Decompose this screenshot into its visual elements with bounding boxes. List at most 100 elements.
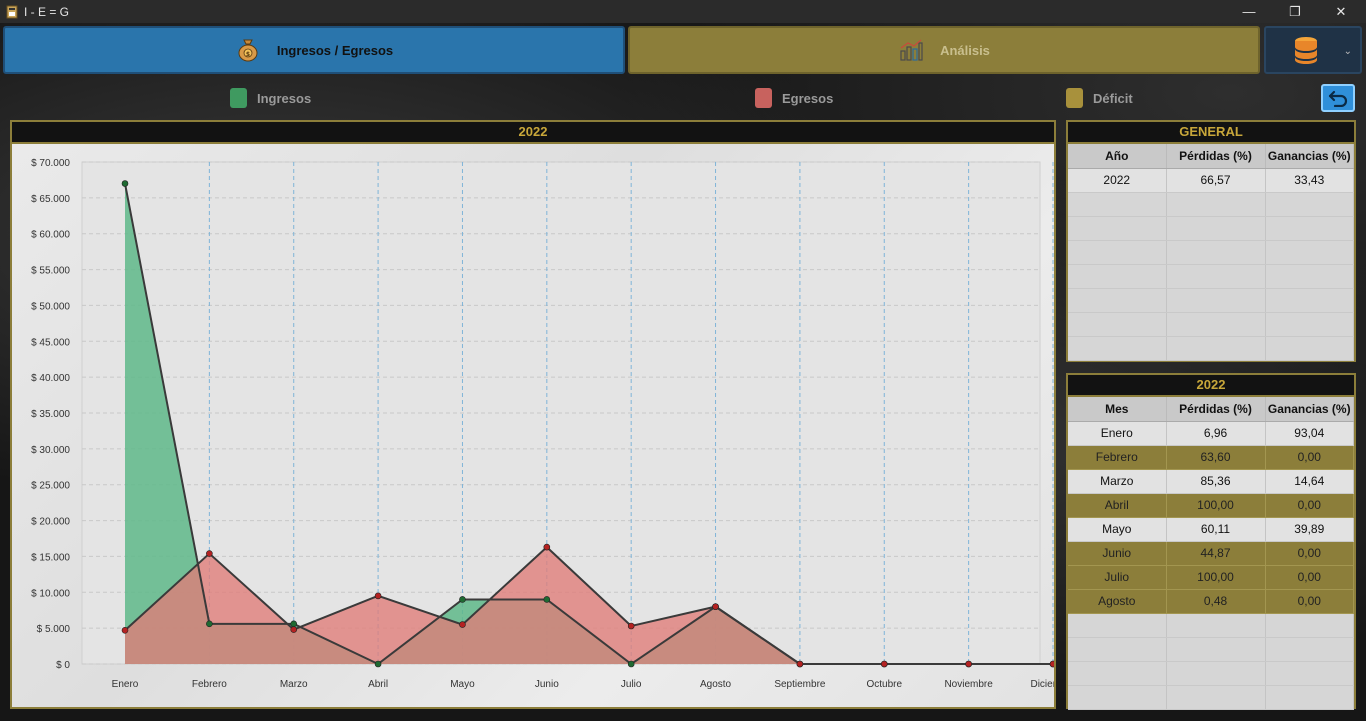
- col-header-gains[interactable]: Ganancias (%): [1265, 397, 1354, 422]
- table-row[interactable]: Marzo 85,36 14,64: [1068, 469, 1354, 494]
- table-cell: 39,89: [1265, 517, 1354, 542]
- table-cell: 44,87: [1166, 541, 1266, 566]
- empty-cell: [1265, 192, 1354, 217]
- empty-cell: [1166, 216, 1266, 241]
- tab-ingresos-egresos[interactable]: $ Ingresos / Egresos: [3, 26, 625, 74]
- table-cell: 100,00: [1166, 565, 1266, 590]
- table-cell: Abril: [1068, 493, 1167, 518]
- empty-cell: [1068, 613, 1167, 638]
- table-row[interactable]: Agosto 0,48 0,00: [1068, 589, 1354, 614]
- y-tick-label: $ 60.000: [31, 230, 70, 241]
- chart-panel-title: 2022: [12, 122, 1054, 144]
- empty-cell: [1166, 661, 1266, 686]
- empty-row: [1068, 661, 1354, 686]
- empty-cell: [1265, 613, 1354, 638]
- y-tick-label: $ 20.000: [31, 517, 70, 528]
- table-cell: 33,43: [1265, 168, 1354, 193]
- empty-cell: [1068, 288, 1167, 313]
- data-point-egresos: [290, 626, 298, 633]
- table-row[interactable]: 2022 66,57 33,43: [1068, 168, 1354, 193]
- empty-row: [1068, 685, 1354, 710]
- empty-cell: [1166, 336, 1266, 361]
- legend-swatch-deficit: [1066, 88, 1083, 108]
- empty-row: [1068, 216, 1354, 241]
- table-cell: 14,64: [1265, 469, 1354, 494]
- table-row[interactable]: Febrero 63,60 0,00: [1068, 445, 1354, 470]
- legend-swatch-egresos: [755, 88, 772, 108]
- col-header-losses[interactable]: Pérdidas (%): [1166, 144, 1266, 169]
- col-header-year[interactable]: Año: [1068, 144, 1167, 169]
- data-point-ingresos: [627, 660, 635, 668]
- empty-cell: [1265, 685, 1354, 710]
- table-row[interactable]: Junio 44,87 0,00: [1068, 541, 1354, 566]
- empty-cell: [1265, 661, 1354, 686]
- data-point-egresos: [543, 543, 551, 551]
- table-cell: 0,00: [1265, 493, 1354, 518]
- table-cell: 66,57: [1166, 168, 1266, 193]
- empty-row: [1068, 288, 1354, 313]
- y-tick-label: $ 45.000: [31, 337, 70, 348]
- col-header-gains[interactable]: Ganancias (%): [1265, 144, 1354, 169]
- svg-text:$: $: [246, 51, 250, 58]
- restore-button[interactable]: ❐: [1272, 0, 1318, 23]
- y-tick-label: $ 5.000: [37, 624, 71, 635]
- table-cell: 85,36: [1166, 469, 1266, 494]
- x-tick-label: Febrero: [192, 679, 227, 690]
- data-point-egresos: [627, 622, 635, 630]
- window-titlebar: I - E = G — ❐ ✕: [0, 0, 1366, 23]
- x-tick-label: Agosto: [700, 679, 732, 690]
- back-button[interactable]: [1321, 84, 1355, 112]
- data-point-egresos: [712, 603, 719, 610]
- y-tick-label: $ 10.000: [31, 588, 70, 599]
- data-point-egresos: [374, 592, 382, 600]
- data-point-egresos: [796, 660, 804, 668]
- col-header-month[interactable]: Mes: [1068, 397, 1167, 422]
- chart-area: $ 0 $ 5.000 $ 10.000 $ 15.000 $ 20.000 $ 25.0…: [12, 144, 1054, 707]
- empty-row: [1068, 613, 1354, 638]
- data-point-ingresos: [459, 596, 466, 603]
- table-cell: Agosto: [1068, 589, 1167, 614]
- legend-label: Déficit: [1093, 90, 1133, 106]
- data-point-egresos: [1049, 660, 1054, 668]
- empty-row: [1068, 336, 1354, 361]
- y-tick-label: $ 70.000: [31, 158, 70, 169]
- table-cell: 93,04: [1265, 421, 1354, 446]
- legend-ingresos: Ingresos: [230, 88, 311, 108]
- empty-row: [1068, 192, 1354, 217]
- table-cell: 6,96: [1166, 421, 1266, 446]
- empty-cell: [1068, 240, 1167, 265]
- table-cell: 100,00: [1166, 493, 1266, 518]
- x-tick-label: Julio: [621, 679, 642, 690]
- x-tick-label: Abril: [368, 679, 388, 690]
- table-row[interactable]: Mayo 60,11 39,89: [1068, 517, 1354, 542]
- x-tick-label: Octubre: [866, 679, 902, 690]
- table-cell: Junio: [1068, 541, 1167, 566]
- database-menu-button[interactable]: ⌄: [1264, 26, 1362, 74]
- x-tick-label: Mayo: [450, 679, 475, 690]
- empty-cell: [1166, 637, 1266, 662]
- col-header-losses[interactable]: Pérdidas (%): [1166, 397, 1266, 422]
- empty-row: [1068, 637, 1354, 662]
- window-title: I - E = G: [24, 4, 70, 19]
- empty-cell: [1068, 264, 1167, 289]
- minimize-button[interactable]: —: [1226, 0, 1272, 23]
- table-cell: 0,48: [1166, 589, 1266, 614]
- empty-cell: [1166, 613, 1266, 638]
- y-tick-label: $ 65.000: [31, 194, 70, 205]
- empty-cell: [1166, 288, 1266, 313]
- empty-cell: [1166, 312, 1266, 337]
- legend-swatch-ingresos: [230, 88, 247, 108]
- table-row[interactable]: Abril 100,00 0,00: [1068, 493, 1354, 518]
- chevron-down-icon: ⌄: [1343, 46, 1352, 57]
- table-cell: 60,11: [1166, 517, 1266, 542]
- tab-analisis[interactable]: Análisis: [628, 26, 1260, 74]
- table-row[interactable]: Julio 100,00 0,00: [1068, 565, 1354, 590]
- table-cell: 2022: [1068, 168, 1167, 193]
- table-row[interactable]: Enero 6,96 93,04: [1068, 421, 1354, 446]
- data-point-egresos: [880, 660, 888, 668]
- empty-cell: [1068, 192, 1167, 217]
- empty-cell: [1166, 240, 1266, 265]
- empty-cell: [1166, 192, 1266, 217]
- empty-cell: [1068, 661, 1167, 686]
- close-button[interactable]: ✕: [1318, 0, 1364, 23]
